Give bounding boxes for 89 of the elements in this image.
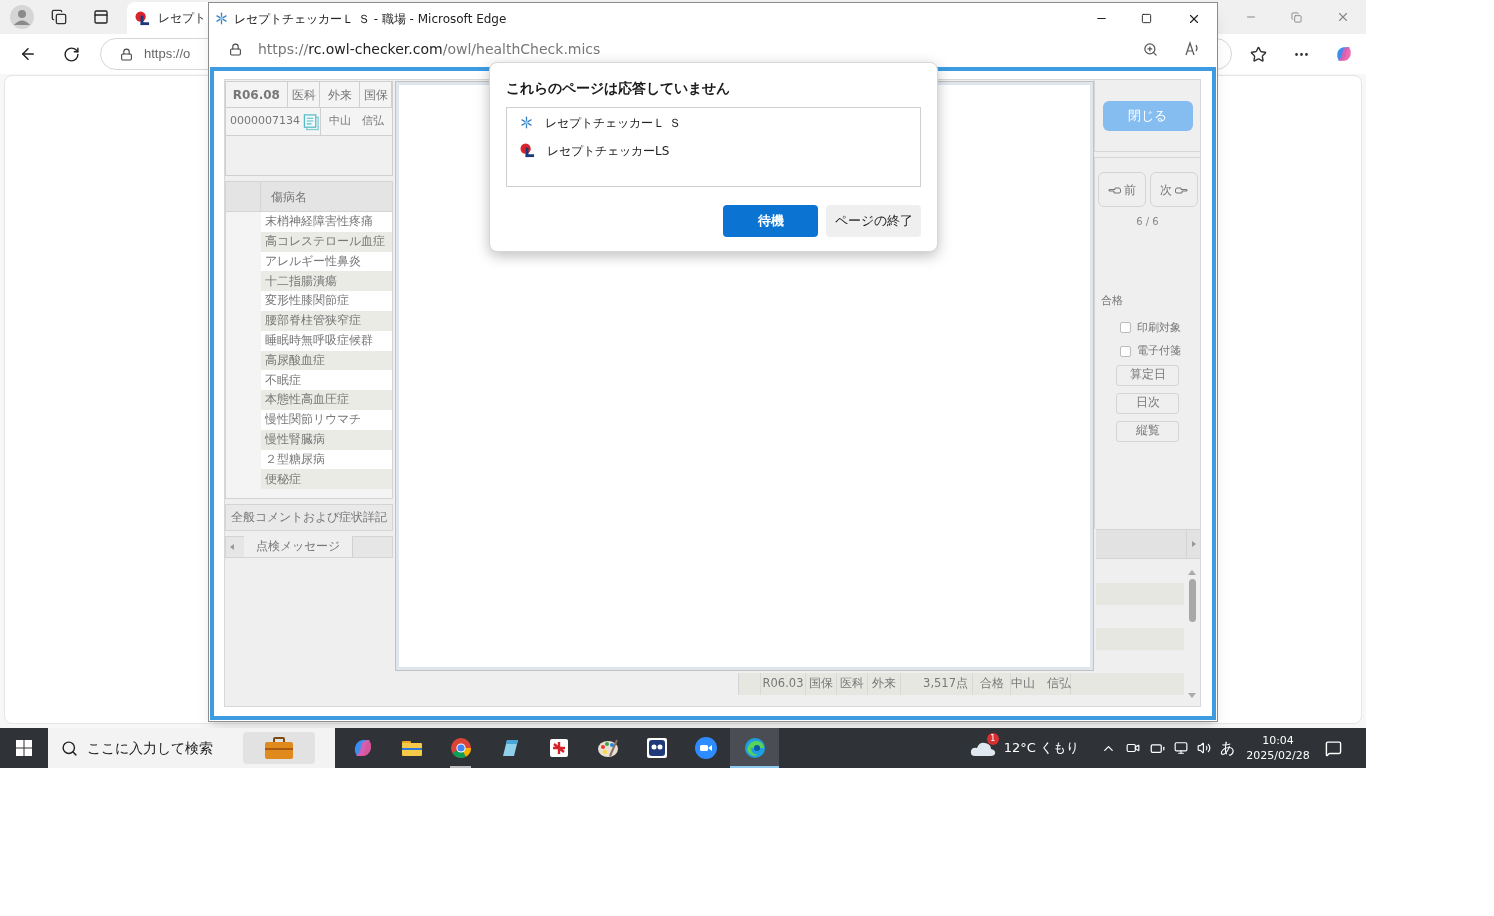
chrome-icon — [448, 736, 473, 760]
diagnosis-row[interactable]: 慢性腎臓病 — [261, 429, 392, 450]
collections-icon[interactable] — [51, 9, 67, 25]
diagnosis-row[interactable]: 十二指腸潰瘍 — [261, 271, 392, 292]
notifications-icon[interactable] — [1325, 739, 1342, 757]
comment-label: 全般コメントおよび症状詳記 — [231, 508, 387, 526]
table-cell: R06.03 — [762, 675, 804, 693]
favorites-icon[interactable] — [1250, 45, 1267, 63]
refresh-icon[interactable] — [63, 45, 80, 63]
owl-app-icon — [644, 736, 669, 760]
next-button[interactable]: 次 — [1149, 172, 1198, 207]
tab[interactable]: 点検メッセージ — [244, 536, 353, 557]
table-cell: 医科 — [840, 675, 864, 693]
side-button[interactable]: 縦覧 — [1116, 420, 1179, 442]
briefcase-icon[interactable] — [264, 736, 294, 760]
diagnosis-row[interactable]: 慢性関節リウマチ — [261, 409, 392, 430]
lock-icon — [120, 47, 133, 61]
comment-bar[interactable]: 全般コメントおよび症状詳記 — [225, 504, 393, 531]
url-text: https://o — [144, 45, 191, 64]
wait-button[interactable]: 待機 — [723, 205, 818, 238]
checkbox[interactable] — [1120, 322, 1131, 334]
header-cell-text: R06.08 — [232, 86, 280, 104]
table-cell: 外来 — [872, 675, 896, 693]
lock-icon — [229, 42, 242, 56]
network-icon[interactable] — [1174, 741, 1188, 755]
app-icon — [215, 12, 228, 25]
logo-icon — [135, 10, 150, 26]
time-text: 10:04 — [1262, 733, 1294, 748]
table-cell: 中山 信弘 — [1010, 675, 1071, 693]
tab-actions-icon[interactable] — [93, 9, 109, 25]
maximize-icon[interactable] — [1141, 13, 1152, 24]
logo-icon — [520, 143, 535, 159]
diagnosis-row[interactable]: 末梢神経障害性疼痛 — [261, 212, 392, 232]
volume-icon[interactable] — [1197, 741, 1211, 755]
dialog-title: これらのページは応答していません — [506, 79, 731, 98]
table-cell: 3,517点 — [923, 675, 968, 693]
tab-title: レセプト — [158, 10, 206, 27]
camera-icon[interactable] — [1126, 741, 1140, 755]
side-button[interactable]: 算定日 — [1116, 364, 1179, 386]
page-name: レセプトチェッカーLS — [547, 142, 670, 160]
table-cell: 合格 — [979, 675, 1004, 693]
diagnosis-row[interactable]: 腰部脊柱管狭窄症 — [261, 311, 392, 331]
profile-avatar[interactable] — [10, 5, 34, 29]
search-placeholder: ここに入力して検索 — [87, 738, 213, 758]
patient-name: 中山 信弘 — [329, 113, 384, 130]
start-icon[interactable] — [16, 740, 32, 756]
page-counter: 6 / 6 — [1136, 215, 1159, 229]
table-cell: 国保 — [809, 675, 833, 693]
pointing-hand-icon — [1107, 185, 1121, 194]
weather-text[interactable]: 12°C くもり — [1003, 738, 1079, 758]
back-icon[interactable] — [19, 45, 37, 63]
diagnosis-row[interactable]: アレルギー性鼻炎 — [261, 251, 392, 272]
ime-indicator[interactable]: あ — [1220, 736, 1235, 760]
clock[interactable]: 10:04 2025/02/28 — [1245, 733, 1311, 763]
snowflake-icon — [520, 116, 533, 130]
patient-id: 0000007134 — [230, 113, 300, 130]
column-heading: 傷病名 — [271, 188, 307, 206]
header-cell-text: 医科 — [291, 86, 316, 104]
checkbox-label: 電子付箋 — [1137, 343, 1181, 359]
result-label: 合格 — [1101, 293, 1123, 309]
copilot-icon[interactable] — [1334, 44, 1354, 64]
diagnosis-row[interactable]: 本態性高血圧症 — [261, 390, 392, 410]
read-aloud-icon[interactable] — [1184, 41, 1200, 57]
diagnosis-row[interactable]: 便秘症 — [261, 469, 392, 490]
diagnosis-row[interactable]: 不眠症 — [261, 370, 392, 391]
pointing-hand-icon — [1174, 185, 1188, 194]
edge-icon — [742, 736, 767, 760]
previous-button[interactable]: 前 — [1097, 172, 1146, 207]
diagnosis-row[interactable]: 睡眠時無呼吸症候群 — [261, 330, 392, 351]
page-name: レセプトチェッカーＬ Ｓ — [545, 114, 681, 132]
diagnosis-row[interactable]: 変形性膝関節症 — [261, 291, 392, 311]
diagnosis-row[interactable]: 高コレステロール血症 — [261, 231, 392, 252]
header-cell-text: 外来 — [327, 86, 352, 104]
search-icon — [61, 739, 78, 757]
notification-badge: 1 — [986, 733, 999, 745]
diagnosis-row[interactable]: ２型糖尿病 — [261, 449, 392, 470]
exit-page-button[interactable]: ページの終了 — [826, 205, 921, 238]
side-button[interactable]: 日次 — [1116, 392, 1179, 414]
date-text: 2025/02/28 — [1246, 748, 1310, 763]
header-cell-text: 国保 — [363, 86, 388, 104]
url-text: https://rc.owl-checker.com/owl/healthCheck.mics — [258, 39, 601, 59]
diagnosis-row[interactable]: 高尿酸血症 — [261, 350, 392, 371]
zoom-icon — [693, 736, 718, 760]
window-title: レセプトチェッカーＬ Ｓ - 職場 - Microsoft Edge — [234, 10, 507, 28]
scroll-thumb[interactable] — [1188, 579, 1196, 622]
checkbox-label: 印刷対象 — [1137, 319, 1181, 336]
checkbox[interactable] — [1120, 345, 1131, 357]
search-field[interactable]: ここに入力して検索 — [48, 728, 335, 768]
zoom-icon[interactable] — [1143, 41, 1158, 57]
